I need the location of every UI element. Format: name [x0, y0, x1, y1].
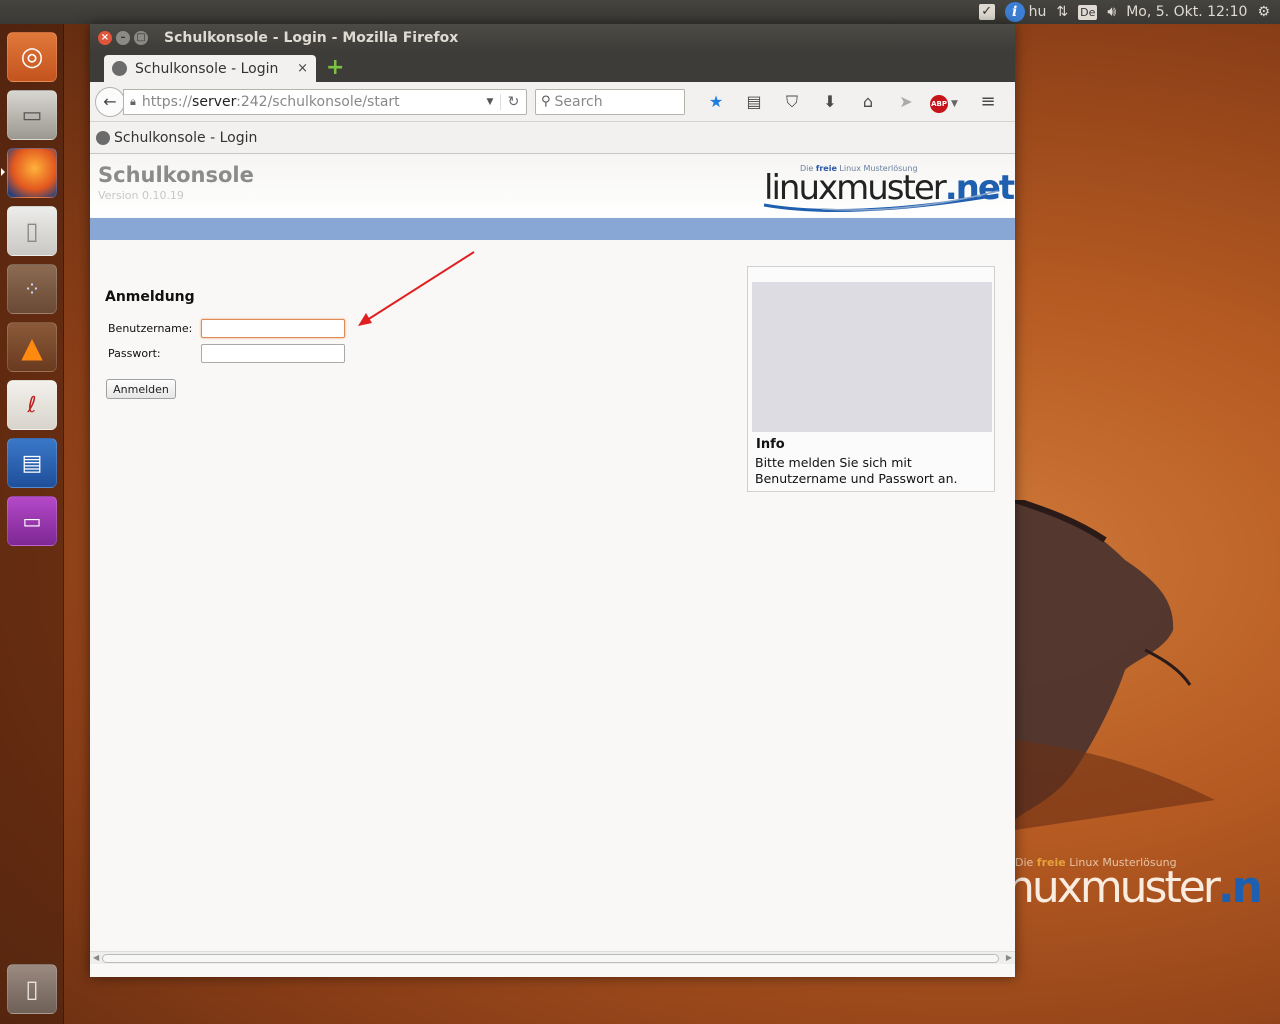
gear-icon: ⚙: [1257, 4, 1270, 20]
search-placeholder: Search: [554, 93, 603, 110]
top-panel: ✓ i hu ⇅ De 🔊︎ Mo, 5. Okt. 12:10 ⚙: [0, 0, 1280, 24]
horizontal-scrollbar[interactable]: ◀ ▶: [90, 951, 1015, 964]
graph-app-icon[interactable]: ⁘: [7, 264, 57, 314]
url-bar[interactable]: 🔒︎ https://server:242/schulkonsole/start…: [123, 88, 527, 115]
navigation-toolbar: ← 🔒︎ https://server:242/schulkonsole/sta…: [90, 82, 1015, 122]
url-host: server: [192, 93, 237, 110]
search-icon: ⚲: [541, 94, 551, 109]
abp-icon: ABP: [930, 94, 949, 113]
app-title: Schulkonsole: [98, 163, 254, 187]
pdf-viewer-icon[interactable]: ℓ: [7, 380, 57, 430]
new-tab-button[interactable]: +: [326, 55, 344, 80]
scroll-left-icon[interactable]: ◀: [93, 953, 99, 962]
send-icon[interactable]: ➤: [887, 92, 925, 111]
page-header: Schulkonsole Version 0.10.19 Die freie L…: [90, 154, 1015, 217]
bookmark-star-icon[interactable]: ★: [697, 92, 735, 111]
globe-icon: [96, 130, 110, 145]
page-content: Schulkonsole Version 0.10.19 Die freie L…: [90, 154, 1015, 964]
url-scheme: https://: [141, 93, 193, 110]
url-history-dropdown-icon[interactable]: ▼: [480, 97, 500, 107]
wallpaper-logo-dot: .n: [1217, 862, 1263, 913]
info-image-placeholder: [752, 282, 992, 432]
downloads-icon[interactable]: ⬇: [811, 92, 849, 111]
window-titlebar[interactable]: × – □ Schulkonsole - Login - Mozilla Fir…: [90, 24, 1015, 52]
wallpaper-logo: Die freie Linux Musterlösung nuxmuster.n: [1015, 850, 1280, 930]
adblock-icon[interactable]: ABP ▼: [925, 91, 963, 113]
firefox-window: × – □ Schulkonsole - Login - Mozilla Fir…: [90, 24, 1015, 977]
keyboard-indicator-label: De: [1078, 4, 1098, 20]
username-field[interactable]: [201, 319, 345, 338]
trash-icon[interactable]: ▯: [7, 964, 57, 1014]
login-button[interactable]: Anmelden: [106, 379, 176, 399]
firefox-running-indicator: [1, 168, 5, 176]
reload-icon[interactable]: ↻: [500, 93, 526, 110]
minimize-window-button[interactable]: –: [116, 31, 130, 45]
network-indicator[interactable]: ⇅: [1056, 0, 1068, 24]
close-tab-icon[interactable]: ×: [297, 61, 308, 76]
annotation-arrow: [358, 251, 475, 326]
linuxmuster-logo: Die freie Linux Musterlösung linuxmuster…: [762, 157, 1015, 215]
launcher: ◎ ▭ ▯ ⁘ ▲ ℓ ▤ ▭ ▯: [0, 24, 64, 1024]
username-label: Benutzername:: [108, 322, 193, 335]
globe-icon: [112, 61, 127, 76]
search-input[interactable]: ⚲ Search: [535, 88, 685, 115]
bookmark-schulkonsole-login[interactable]: Schulkonsole - Login: [114, 130, 257, 146]
scroll-right-icon[interactable]: ▶: [1006, 953, 1012, 962]
keyboard-layout-label: hu: [1028, 4, 1047, 20]
url-path: :242/schulkonsole/start: [236, 93, 400, 110]
wallpaper-logo-main: nuxmuster: [1015, 862, 1221, 913]
tab-schulkonsole-login[interactable]: Schulkonsole - Login ×: [104, 55, 316, 82]
header-accent-bar: [90, 218, 1015, 240]
info-title: Info: [756, 437, 785, 452]
info-panel: Info Bitte melden Sie sich mit Benutzern…: [747, 266, 995, 492]
pocket-icon[interactable]: ⛉: [773, 92, 811, 112]
back-arrow-icon: ←: [103, 92, 117, 111]
app-version: Version 0.10.19: [98, 189, 184, 202]
vlc-icon[interactable]: ▲: [7, 322, 57, 372]
info-icon: i: [1004, 2, 1025, 22]
url-text: https://server:242/schulkonsole/start: [142, 94, 480, 110]
firefox-icon[interactable]: [7, 148, 57, 198]
login-heading: Anmeldung: [105, 289, 195, 305]
lock-icon: 🔒︎: [130, 94, 136, 108]
network-arrows-icon: ⇅: [1056, 4, 1069, 20]
maximize-window-button[interactable]: □: [134, 31, 148, 45]
text-editor-icon[interactable]: ▯: [7, 206, 57, 256]
password-field[interactable]: [201, 344, 345, 363]
bookmarks-toolbar: Schulkonsole - Login: [90, 122, 1015, 154]
speaker-icon: 🔊︎: [1107, 4, 1117, 20]
info-text: Bitte melden Sie sich mit Benutzername u…: [755, 455, 958, 486]
hamburger-menu-icon[interactable]: ≡: [969, 91, 1007, 112]
password-label: Passwort:: [108, 347, 161, 360]
checkmark-icon: ✓: [978, 4, 995, 20]
back-button[interactable]: ←: [95, 86, 125, 117]
bookmarks-menu-icon[interactable]: ▤: [735, 92, 773, 111]
keyboard-indicator[interactable]: i hu: [1004, 0, 1047, 24]
scrollbar-thumb[interactable]: [102, 954, 999, 963]
update-indicator[interactable]: ✓: [978, 0, 995, 24]
window-title: Schulkonsole - Login - Mozilla Firefox: [164, 30, 459, 46]
session-menu[interactable]: ⚙: [1257, 0, 1270, 24]
screen-app-icon[interactable]: ▭: [7, 496, 57, 546]
input-method-indicator[interactable]: De: [1078, 0, 1098, 24]
tab-label: Schulkonsole - Login: [135, 60, 279, 77]
clock[interactable]: Mo, 5. Okt. 12:10: [1126, 0, 1247, 24]
libreoffice-writer-icon[interactable]: ▤: [7, 438, 57, 488]
home-icon[interactable]: ⌂: [849, 92, 887, 111]
wallpaper-logo-wordmark: nuxmuster.n: [1015, 862, 1263, 913]
toolbar-icons: ★ ▤ ⛉ ⬇ ⌂ ➤ ABP ▼ ≡: [697, 91, 1007, 113]
ubuntu-dash-icon[interactable]: ◎: [7, 32, 57, 82]
sound-indicator[interactable]: 🔊︎: [1107, 0, 1116, 24]
close-window-button[interactable]: ×: [98, 31, 112, 45]
logo-swoosh: [763, 190, 999, 212]
tab-strip: Schulkonsole - Login × +: [90, 52, 1015, 82]
wallpaper-bear-illustration: [1015, 500, 1215, 830]
files-icon[interactable]: ▭: [7, 90, 57, 140]
